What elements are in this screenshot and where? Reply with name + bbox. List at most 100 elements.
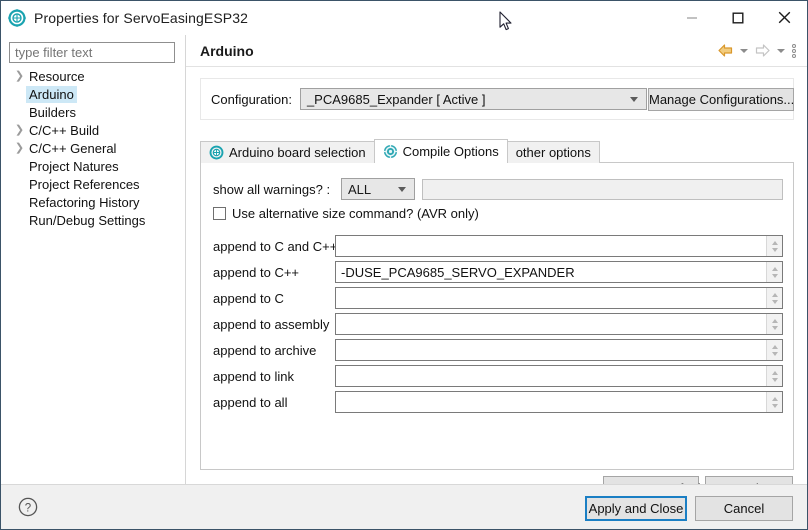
- sidebar-item-label: Builders: [26, 104, 79, 121]
- sidebar-item-arduino[interactable]: Arduino: [1, 85, 185, 103]
- append-to-cpp-field[interactable]: -DUSE_PCA9685_SERVO_EXPANDER: [335, 261, 783, 283]
- dialog-footer: ? Apply and Close Cancel: [1, 484, 807, 530]
- sidebar-item-label: C/C++ General: [26, 140, 119, 157]
- sidebar-item-run-debug-settings[interactable]: Run/Debug Settings: [1, 211, 185, 229]
- stepper-up-icon: [772, 371, 778, 375]
- page-header: Arduino: [186, 35, 807, 67]
- sidebar-item-label: Resource: [26, 68, 88, 85]
- maximize-button[interactable]: [715, 1, 761, 34]
- configuration-label: Configuration:: [211, 92, 292, 107]
- stepper-down-icon: [772, 378, 778, 382]
- manage-configurations-button[interactable]: Manage Configurations...: [648, 88, 794, 111]
- sidebar-item-label: Project References: [26, 176, 143, 193]
- stepper-down-icon: [772, 352, 778, 356]
- show-all-warnings-label: show all warnings? :: [213, 182, 341, 197]
- arduino-gear-icon: [8, 9, 26, 27]
- back-history-dropdown-button[interactable]: [738, 40, 750, 62]
- append-to-cpp-label: append to C++: [213, 265, 335, 280]
- use-alternative-size-command-checkbox[interactable]: [213, 207, 226, 220]
- stepper-down-icon: [772, 274, 778, 278]
- append-to-cpp-value: -DUSE_PCA9685_SERVO_EXPANDER: [336, 265, 575, 280]
- title-bar: Properties for ServoEasingESP32: [1, 1, 807, 35]
- append-to-c-and-cpp-row: append to C and C++: [213, 235, 783, 257]
- append-to-archive-field[interactable]: [335, 339, 783, 361]
- stepper-up-icon: [772, 293, 778, 297]
- show-all-warnings-row: show all warnings? : ALL: [213, 178, 783, 200]
- settings-navigation-pane: ❯ Resource Arduino Builders ❯ C/C++ Buil…: [1, 35, 185, 484]
- apply-and-close-button[interactable]: Apply and Close: [585, 496, 687, 521]
- window-controls: [669, 1, 807, 34]
- field-stepper[interactable]: [766, 392, 782, 412]
- sidebar-item-builders[interactable]: Builders: [1, 103, 185, 121]
- configuration-select[interactable]: _PCA9685_Expander [ Active ]: [300, 88, 647, 110]
- append-to-c-row: append to C: [213, 287, 783, 309]
- append-to-assembly-row: append to assembly: [213, 313, 783, 335]
- sidebar-item-label: Project Natures: [26, 158, 122, 175]
- sidebar-item-project-references[interactable]: Project References: [1, 175, 185, 193]
- tab-label: Compile Options: [403, 144, 499, 159]
- compile-options-panel: show all warnings? : ALL Use alternative…: [200, 162, 794, 470]
- settings-tree: ❯ Resource Arduino Builders ❯ C/C++ Buil…: [1, 67, 185, 229]
- tab-arduino-board-selection[interactable]: Arduino board selection: [200, 141, 375, 163]
- append-to-c-and-cpp-label: append to C and C++: [213, 239, 335, 254]
- svg-text:?: ?: [25, 502, 31, 514]
- back-arrow-icon[interactable]: [715, 40, 736, 62]
- chevron-down-icon: [398, 187, 406, 192]
- expand-chevron-icon[interactable]: ❯: [13, 125, 26, 136]
- tab-label: Arduino board selection: [229, 145, 366, 160]
- sidebar-item-project-natures[interactable]: Project Natures: [1, 157, 185, 175]
- stepper-down-icon: [772, 248, 778, 252]
- stepper-down-icon: [772, 404, 778, 408]
- append-to-all-label: append to all: [213, 395, 335, 410]
- append-to-link-label: append to link: [213, 369, 335, 384]
- field-stepper[interactable]: [766, 314, 782, 334]
- append-to-link-field[interactable]: [335, 365, 783, 387]
- dialog-body: ❯ Resource Arduino Builders ❯ C/C++ Buil…: [1, 35, 807, 484]
- append-to-c-field[interactable]: [335, 287, 783, 309]
- stepper-up-icon: [772, 267, 778, 271]
- expand-chevron-icon[interactable]: ❯: [13, 71, 26, 82]
- minimize-button[interactable]: [669, 1, 715, 34]
- expand-chevron-icon[interactable]: ❯: [13, 143, 26, 154]
- append-to-assembly-label: append to assembly: [213, 317, 335, 332]
- cancel-button[interactable]: Cancel: [695, 496, 793, 521]
- forward-arrow-icon[interactable]: [752, 40, 773, 62]
- chevron-down-icon: [777, 49, 785, 53]
- close-button[interactable]: [761, 1, 807, 34]
- use-alternative-size-command-row[interactable]: Use alternative size command? (AVR only): [213, 206, 479, 221]
- sidebar-item-cpp-general[interactable]: ❯ C/C++ General: [1, 139, 185, 157]
- filter-input[interactable]: [9, 42, 175, 63]
- chevron-down-icon: [740, 49, 748, 53]
- sidebar-item-label: C/C++ Build: [26, 122, 102, 139]
- view-menu-icon[interactable]: [789, 40, 799, 62]
- properties-dialog: Properties for ServoEasingESP32 ❯ Resour…: [0, 0, 808, 530]
- field-stepper[interactable]: [766, 366, 782, 386]
- help-icon[interactable]: ?: [18, 497, 38, 517]
- show-all-warnings-extra-field[interactable]: [422, 179, 784, 200]
- append-to-c-and-cpp-field[interactable]: [335, 235, 783, 257]
- sidebar-item-cpp-build[interactable]: ❯ C/C++ Build: [1, 121, 185, 139]
- configuration-group: Configuration: _PCA9685_Expander [ Activ…: [200, 78, 794, 120]
- page-header-toolbar: [715, 35, 799, 66]
- field-stepper[interactable]: [766, 262, 782, 282]
- append-to-all-field[interactable]: [335, 391, 783, 413]
- sidebar-item-resource[interactable]: ❯ Resource: [1, 67, 185, 85]
- settings-page-pane: Arduino: [186, 35, 807, 484]
- append-to-assembly-field[interactable]: [335, 313, 783, 335]
- stepper-up-icon: [772, 319, 778, 323]
- sidebar-item-refactoring-history[interactable]: Refactoring History: [1, 193, 185, 211]
- show-all-warnings-select[interactable]: ALL: [341, 178, 415, 200]
- stepper-down-icon: [772, 326, 778, 330]
- tab-compile-options[interactable]: Compile Options: [374, 139, 508, 163]
- append-to-cpp-row: append to C++ -DUSE_PCA9685_SERVO_EXPAND…: [213, 261, 783, 283]
- append-to-link-row: append to link: [213, 365, 783, 387]
- tab-other-options[interactable]: other options: [507, 141, 600, 163]
- field-stepper[interactable]: [766, 236, 782, 256]
- field-stepper[interactable]: [766, 288, 782, 308]
- forward-history-dropdown-button[interactable]: [775, 40, 787, 62]
- stepper-up-icon: [772, 345, 778, 349]
- configuration-selected-value: _PCA9685_Expander [ Active ]: [301, 92, 486, 107]
- field-stepper[interactable]: [766, 340, 782, 360]
- sidebar-item-label: Run/Debug Settings: [26, 212, 148, 229]
- append-to-c-label: append to C: [213, 291, 335, 306]
